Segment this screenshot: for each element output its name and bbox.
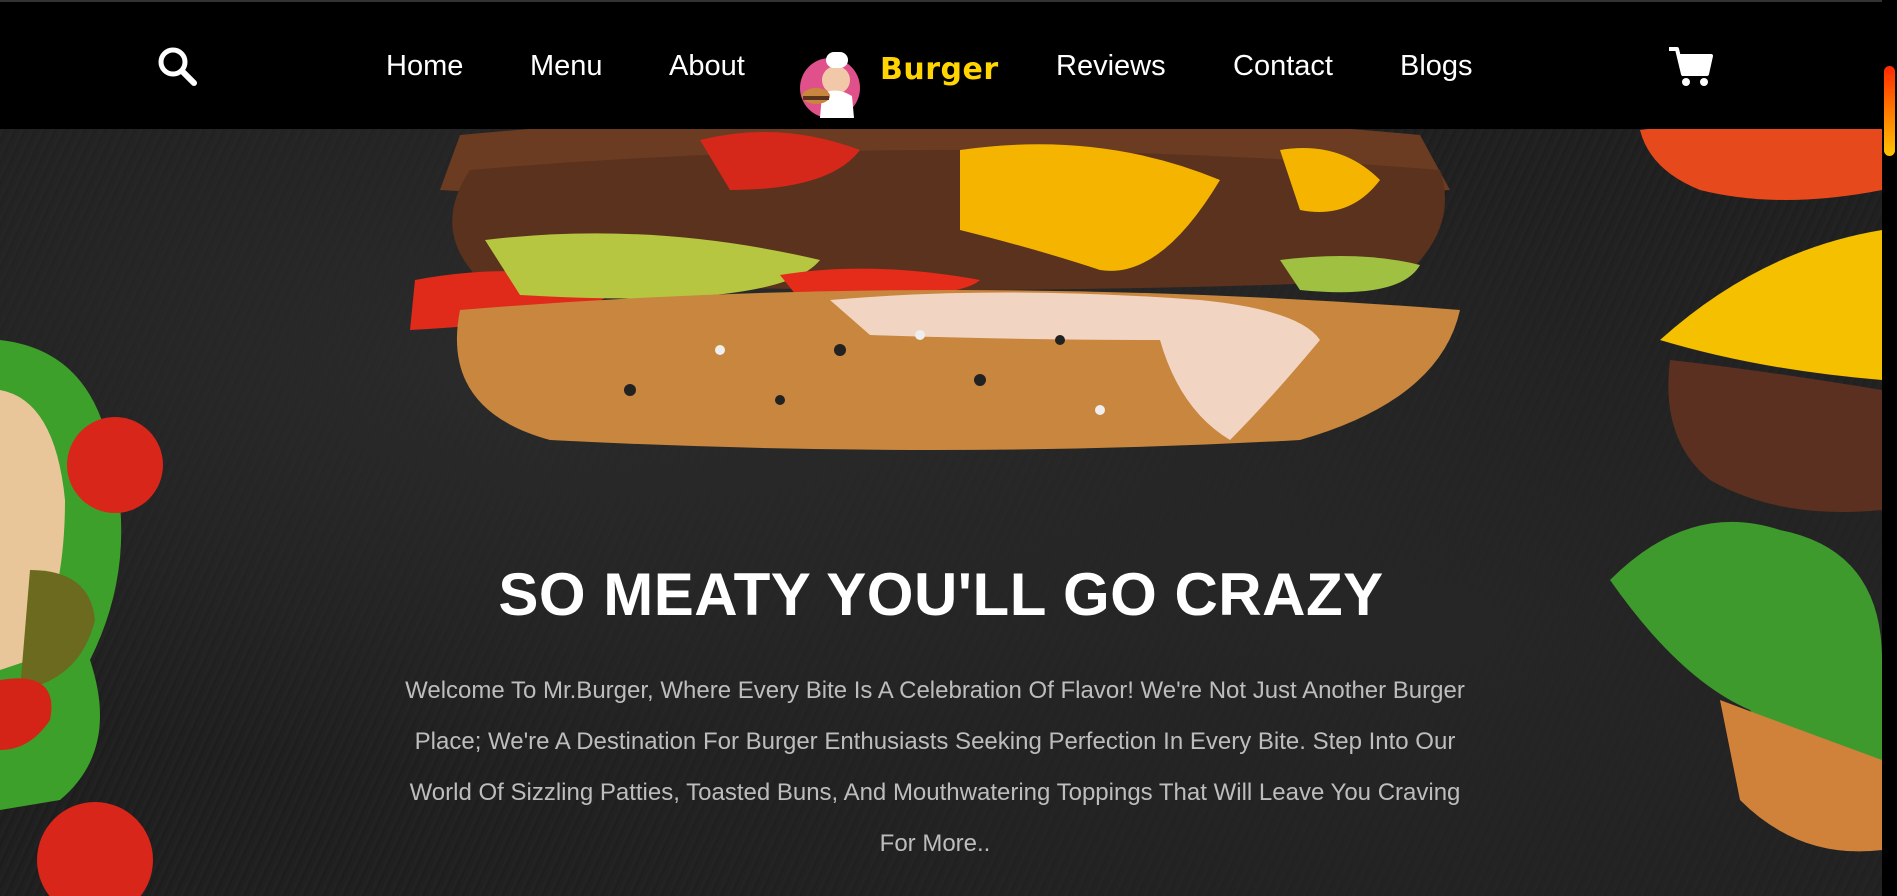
brand-logo[interactable]: Burger xyxy=(792,46,1006,120)
nav-link-contact[interactable]: Contact xyxy=(1233,48,1333,84)
hero-description: Welcome To Mr.Burger, Where Every Bite I… xyxy=(405,677,1465,857)
scrollbar-thumb[interactable] xyxy=(1884,66,1895,156)
nav-link-home[interactable]: Home xyxy=(386,48,463,84)
navbar: Home Menu About Burger Reviews Contact B… xyxy=(0,0,1882,129)
page: SO MEATY YOU'LL GO CRAZY Welcome To Mr.B… xyxy=(0,0,1882,896)
hero-title: SO MEATY YOU'LL GO CRAZY xyxy=(498,561,1384,628)
search-icon[interactable] xyxy=(155,44,199,88)
hero-burger-image xyxy=(410,112,1460,450)
right-ingredients-image xyxy=(1610,120,1882,852)
cart-icon[interactable] xyxy=(1667,44,1713,88)
nav-link-blogs[interactable]: Blogs xyxy=(1400,48,1473,84)
nav-link-about[interactable]: About xyxy=(669,48,745,84)
chef-mascot-icon xyxy=(800,52,860,118)
nav-link-reviews[interactable]: Reviews xyxy=(1056,48,1166,84)
nav-link-menu[interactable]: Menu xyxy=(530,48,603,84)
logo-text: Burger xyxy=(880,52,999,87)
